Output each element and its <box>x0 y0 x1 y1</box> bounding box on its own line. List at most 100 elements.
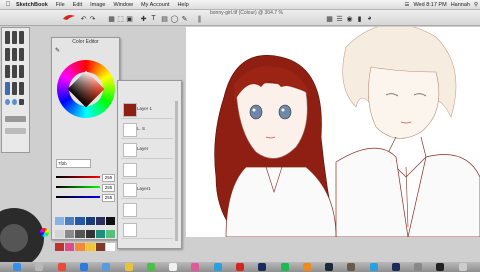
color-swatch[interactable] <box>105 243 115 251</box>
lagoon-center[interactable] <box>0 224 28 252</box>
calendar-dock-icon[interactable] <box>169 263 178 271</box>
color-swatch[interactable] <box>55 217 65 225</box>
pen-brush-icon[interactable] <box>19 31 24 44</box>
color-swatch[interactable] <box>105 230 115 238</box>
lagoon-color-icon[interactable] <box>40 228 49 237</box>
launchpad-dock-icon[interactable] <box>35 263 44 271</box>
color-swatch[interactable] <box>65 243 75 251</box>
color-swatch[interactable] <box>85 217 95 225</box>
ink-brush-icon[interactable] <box>5 65 10 78</box>
texture-brush-icon[interactable] <box>19 82 24 95</box>
airbrush-icon[interactable] <box>5 48 10 61</box>
layer-row[interactable]: Layer <box>121 141 173 159</box>
color-swatch[interactable] <box>105 217 115 225</box>
color-wheel[interactable] <box>57 60 115 118</box>
spotify-dock-icon[interactable] <box>280 263 289 271</box>
crop-icon[interactable]: ▣ <box>126 15 133 23</box>
blur-brush-icon[interactable] <box>12 82 17 95</box>
steam-dock-icon[interactable] <box>325 263 334 271</box>
finder-dock-icon[interactable] <box>13 263 22 271</box>
layer-row[interactable] <box>121 201 173 219</box>
system-dock-icon[interactable] <box>414 263 423 271</box>
redo-icon[interactable]: ↷ <box>89 15 96 23</box>
menu-window[interactable]: Window <box>109 2 137 8</box>
blue-value[interactable]: 255 <box>102 194 115 202</box>
menu-app-name[interactable]: SketchBook <box>12 2 52 8</box>
chalk-brush-icon[interactable] <box>12 65 17 78</box>
paintbrush-icon[interactable] <box>12 48 17 61</box>
blend-drop-icon[interactable] <box>12 99 17 105</box>
stroke-icon[interactable]: ✎ <box>181 15 188 23</box>
marker-brush-icon[interactable] <box>12 31 17 44</box>
water-drop-icon[interactable] <box>5 99 10 105</box>
hex-input[interactable]: 7f2b <box>56 159 91 168</box>
user-name[interactable]: Hannah <box>451 2 470 8</box>
skype-dock-icon[interactable] <box>213 263 222 271</box>
menu-my-account[interactable]: My Account <box>137 2 173 8</box>
color-swatch[interactable] <box>55 243 65 251</box>
text-icon[interactable]: T <box>150 15 157 22</box>
ruler-icon[interactable]: ▤ <box>161 15 168 23</box>
color-wheel-icon[interactable]: ◉ <box>346 15 353 23</box>
chrome-dock-icon[interactable] <box>57 263 66 271</box>
messages-dock-icon[interactable] <box>146 263 155 271</box>
red-value[interactable]: 255 <box>102 174 115 182</box>
color-swatch[interactable] <box>75 217 85 225</box>
smudge-brush-icon[interactable] <box>19 65 24 78</box>
ellipse-icon[interactable]: ◯ <box>171 15 179 23</box>
layer-row[interactable]: Layer1 <box>121 181 173 199</box>
color-swatch[interactable] <box>75 230 85 238</box>
grid-icon[interactable]: ▦ <box>108 15 115 23</box>
menu-image[interactable]: Image <box>86 2 109 8</box>
eyedropper-icon[interactable]: ✎ <box>55 47 60 54</box>
red-slider[interactable] <box>56 176 100 178</box>
layer-row[interactable] <box>121 161 173 179</box>
itunes-dock-icon[interactable] <box>191 263 200 271</box>
trash-dock-icon[interactable] <box>458 263 467 271</box>
photoshop2-dock-icon[interactable] <box>391 263 400 271</box>
wifi-icon[interactable]: ☰ <box>405 2 410 8</box>
photoshop-dock-icon[interactable] <box>258 263 267 271</box>
symmetry-icon[interactable]: ∥ <box>196 15 203 23</box>
select-icon[interactable]: ⬚ <box>117 15 124 23</box>
sketchbook-dock-icon[interactable] <box>235 263 244 271</box>
green-value[interactable]: 255 <box>102 184 115 192</box>
opacity-slider[interactable] <box>5 128 26 134</box>
skype2-dock-icon[interactable] <box>369 263 378 271</box>
vlc-dock-icon[interactable] <box>302 263 311 271</box>
fill-icon[interactable] <box>19 99 24 105</box>
undo-icon[interactable]: ↶ <box>80 15 87 23</box>
safari-dock-icon[interactable] <box>79 263 88 271</box>
blue-slider[interactable] <box>56 196 100 198</box>
copic-icon[interactable]: ▮ <box>356 15 363 23</box>
layer-row[interactable]: Layer 1 <box>121 101 173 119</box>
mail-dock-icon[interactable] <box>102 263 111 271</box>
menu-help[interactable]: Help <box>173 2 192 8</box>
terminal-dock-icon[interactable] <box>436 263 445 271</box>
color-swatch[interactable] <box>95 217 105 225</box>
color-swatch[interactable] <box>65 230 75 238</box>
lagoon-icon[interactable]: ◕ <box>366 15 373 22</box>
gimp-dock-icon[interactable] <box>347 263 356 271</box>
photos-dock-icon[interactable] <box>124 263 133 271</box>
size-slider[interactable] <box>5 116 26 122</box>
brush-palette-icon[interactable]: ☰ <box>336 15 343 23</box>
green-slider[interactable] <box>56 186 100 188</box>
layer-scrollbar[interactable] <box>175 101 178 241</box>
menu-edit[interactable]: Edit <box>69 2 86 8</box>
selected-brush-icon[interactable] <box>5 82 10 95</box>
search-icon[interactable]: ⚲ <box>474 2 478 8</box>
clock[interactable]: Wed 8:17 PM <box>413 2 446 8</box>
color-swatch[interactable] <box>65 217 75 225</box>
layer-row[interactable] <box>121 221 173 239</box>
drawing-canvas[interactable] <box>186 27 480 237</box>
color-swatch[interactable] <box>75 243 85 251</box>
color-swatch[interactable] <box>85 230 95 238</box>
layer-editor-icon[interactable]: ▦ <box>326 15 333 23</box>
layer-row[interactable]: L. S <box>121 121 173 139</box>
color-swatch[interactable] <box>85 243 95 251</box>
transform-icon[interactable]: ✚ <box>140 15 147 23</box>
pencil-brush-icon[interactable] <box>5 31 10 44</box>
eraser-brush-icon[interactable] <box>19 48 24 61</box>
apple-icon[interactable]:  <box>4 1 12 9</box>
